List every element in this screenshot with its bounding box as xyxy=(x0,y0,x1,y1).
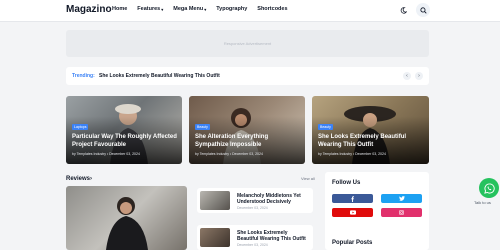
review-list-item[interactable]: Melancholy Middletons Yet Understood Dec… xyxy=(197,188,313,213)
featured-post-card[interactable]: Beauty She Looks Extremely Beautiful Wea… xyxy=(312,96,429,164)
review-date: December 03, 2024 xyxy=(237,206,268,210)
moon-icon xyxy=(400,6,407,14)
nav-item-home[interactable]: Home xyxy=(112,6,127,12)
review-title[interactable]: Melancholy Middletons Yet Understood Dec… xyxy=(237,193,309,206)
featured-post-title[interactable]: Particular Way The Roughly Affected Proj… xyxy=(72,133,180,149)
featured-post-card[interactable]: Laptops Particular Way The Roughly Affec… xyxy=(66,96,182,164)
review-list-item[interactable]: She Looks Extremely Beautiful Wearing Th… xyxy=(197,225,313,250)
category-badge[interactable]: Laptops xyxy=(72,124,89,130)
review-title[interactable]: She Looks Extremely Beautiful Wearing Th… xyxy=(237,230,309,243)
whatsapp-icon xyxy=(483,182,495,194)
dark-mode-toggle[interactable] xyxy=(396,3,410,17)
search-button[interactable] xyxy=(416,3,430,17)
nav-label: Home xyxy=(112,6,128,12)
featured-post-meta: by Templates Industry • December 03, 202… xyxy=(318,152,386,156)
youtube-icon xyxy=(349,210,356,215)
section-title-label: Reviews xyxy=(66,176,91,182)
instagram-icon xyxy=(399,210,404,215)
sidebar-widget: Follow Us Popular Posts xyxy=(325,172,429,250)
trending-headline[interactable]: She Looks Extremely Beautiful Wearing Th… xyxy=(99,73,220,79)
follow-us-title: Follow Us xyxy=(332,180,361,186)
main-nav: Home Features ▾ Mega Menu ▾ Typography Sho… xyxy=(112,6,288,12)
review-date: December 03, 2024 xyxy=(237,243,268,247)
category-badge[interactable]: Beauty xyxy=(318,124,333,130)
featured-post-title[interactable]: She Looks Extremely Beautiful Wearing Th… xyxy=(318,133,426,149)
site-logo[interactable]: Magazino xyxy=(66,4,112,15)
facebook-icon xyxy=(351,195,354,202)
chevron-down-icon: ▾ xyxy=(204,6,207,12)
youtube-button[interactable] xyxy=(332,208,373,217)
trending-prev-button[interactable]: ‹ xyxy=(403,72,411,80)
view-all-link[interactable]: View all xyxy=(301,176,315,181)
chevron-right-icon: › xyxy=(418,73,420,79)
review-main-image[interactable] xyxy=(66,186,187,250)
category-badge[interactable]: Beauty xyxy=(195,124,210,130)
search-icon xyxy=(419,6,427,14)
chevron-down-icon: ▾ xyxy=(161,6,164,12)
nav-item-features[interactable]: Features ▾ xyxy=(137,6,163,12)
advertisement-slot: Responsive Advertisement xyxy=(66,30,429,57)
facebook-button[interactable] xyxy=(332,194,373,203)
nav-item-mega-menu[interactable]: Mega Menu ▾ xyxy=(173,6,206,12)
nav-item-shortcodes[interactable]: Shortcodes xyxy=(257,6,287,12)
featured-post-meta: by Templates Industry • December 03, 202… xyxy=(195,152,263,156)
popular-posts-title: Popular Posts xyxy=(332,240,373,246)
twitter-icon xyxy=(398,196,405,201)
trending-bar: Trending: She Looks Extremely Beautiful … xyxy=(66,67,429,85)
nav-label: Shortcodes xyxy=(257,6,288,12)
nav-item-typography[interactable]: Typography xyxy=(216,6,247,12)
chat-label: Talk to us xyxy=(474,200,491,205)
featured-post-card[interactable]: Beauty She Alteration Everything Sympath… xyxy=(189,96,305,164)
instagram-button[interactable] xyxy=(381,208,422,217)
nav-label: Mega Menu xyxy=(173,6,204,12)
trending-label: Trending: xyxy=(72,73,95,79)
twitter-button[interactable] xyxy=(381,194,422,203)
featured-post-meta: by Templates Industry • December 03, 202… xyxy=(72,152,140,156)
ad-label: Responsive Advertisement xyxy=(223,41,272,46)
chevron-left-icon: ‹ xyxy=(406,73,408,79)
featured-post-title[interactable]: She Alteration Everything Sympathize Imp… xyxy=(195,133,303,149)
review-thumbnail xyxy=(200,191,230,210)
review-thumbnail xyxy=(200,228,230,247)
chat-button[interactable] xyxy=(479,178,499,198)
nav-label: Features xyxy=(137,6,161,12)
chevron-right-icon: › xyxy=(90,176,93,182)
nav-label: Typography xyxy=(216,6,248,12)
site-header: Magazino Home Features ▾ Mega Menu ▾ Typog… xyxy=(0,0,500,22)
section-title-reviews[interactable]: Reviews› xyxy=(66,176,92,182)
trending-next-button[interactable]: › xyxy=(415,72,423,80)
